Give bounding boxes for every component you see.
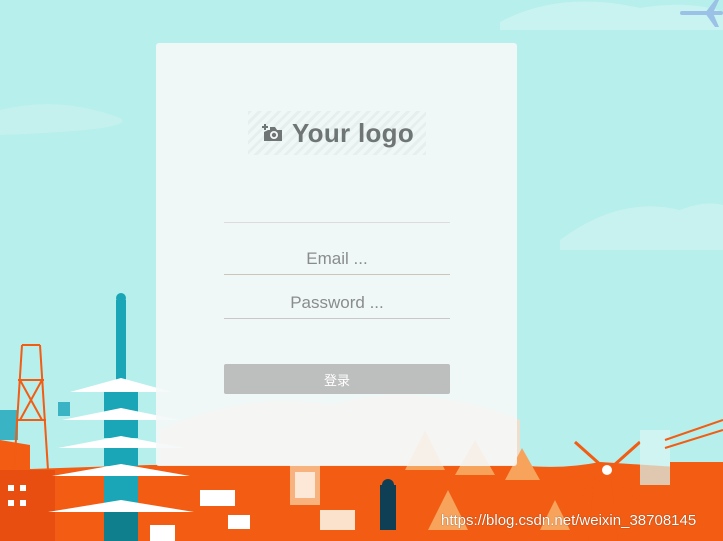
logo-text: Your logo — [291, 117, 415, 148]
cloud — [500, 1, 723, 30]
cloud — [0, 104, 123, 135]
divider — [224, 222, 450, 223]
login-card: Your logo 登录 — [156, 43, 517, 466]
logo: Your logo — [248, 111, 426, 155]
cloud — [560, 203, 723, 250]
password-field[interactable] — [224, 288, 450, 319]
login-button[interactable]: 登录 — [224, 364, 450, 394]
add-photo-icon — [261, 124, 282, 141]
watermark: https://blog.csdn.net/weixin_38708145 — [441, 512, 697, 529]
email-field[interactable] — [224, 244, 450, 275]
